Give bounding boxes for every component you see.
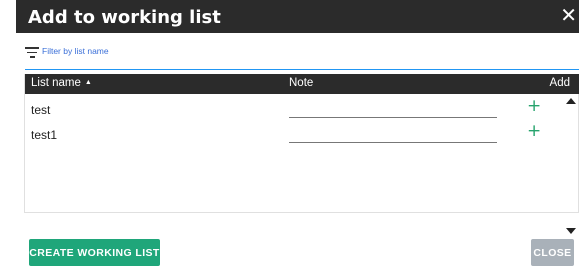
add-icon[interactable]: +	[527, 96, 541, 116]
filter-input[interactable]	[42, 43, 562, 59]
dialog-title: Add to working list	[28, 7, 221, 28]
create-working-list-button[interactable]: CREATE WORKING LIST	[29, 239, 160, 266]
working-lists-table: List name ▲ Note Add test + test1 +	[24, 74, 579, 234]
close-icon[interactable]: ✕	[560, 5, 577, 25]
table-row: test1 +	[25, 121, 555, 147]
dialog-header: Add to working list ✕	[16, 0, 579, 33]
row-list-name: test	[31, 103, 51, 117]
filter-lines-icon	[25, 47, 39, 59]
column-header-list-name[interactable]: List name ▲	[31, 77, 92, 89]
column-header-list-name-label: List name	[31, 77, 81, 89]
scroll-up-arrow-icon[interactable]	[566, 98, 576, 104]
table-header: List name ▲ Note Add	[25, 74, 579, 94]
row-note-input[interactable]	[289, 104, 497, 118]
scroll-down-arrow-icon[interactable]	[566, 228, 576, 234]
row-note-input[interactable]	[289, 129, 497, 143]
table-row: test +	[25, 96, 555, 122]
row-list-name: test1	[31, 128, 58, 142]
close-button[interactable]: CLOSE	[531, 239, 574, 266]
sort-ascending-icon: ▲	[84, 79, 92, 86]
filter-row	[25, 40, 579, 70]
column-header-add: Add	[549, 77, 570, 89]
add-icon[interactable]: +	[527, 121, 541, 141]
column-header-note: Note	[289, 77, 314, 89]
add-to-working-list-dialog: Add to working list ✕ List name▲ Note Ad…	[0, 0, 579, 279]
